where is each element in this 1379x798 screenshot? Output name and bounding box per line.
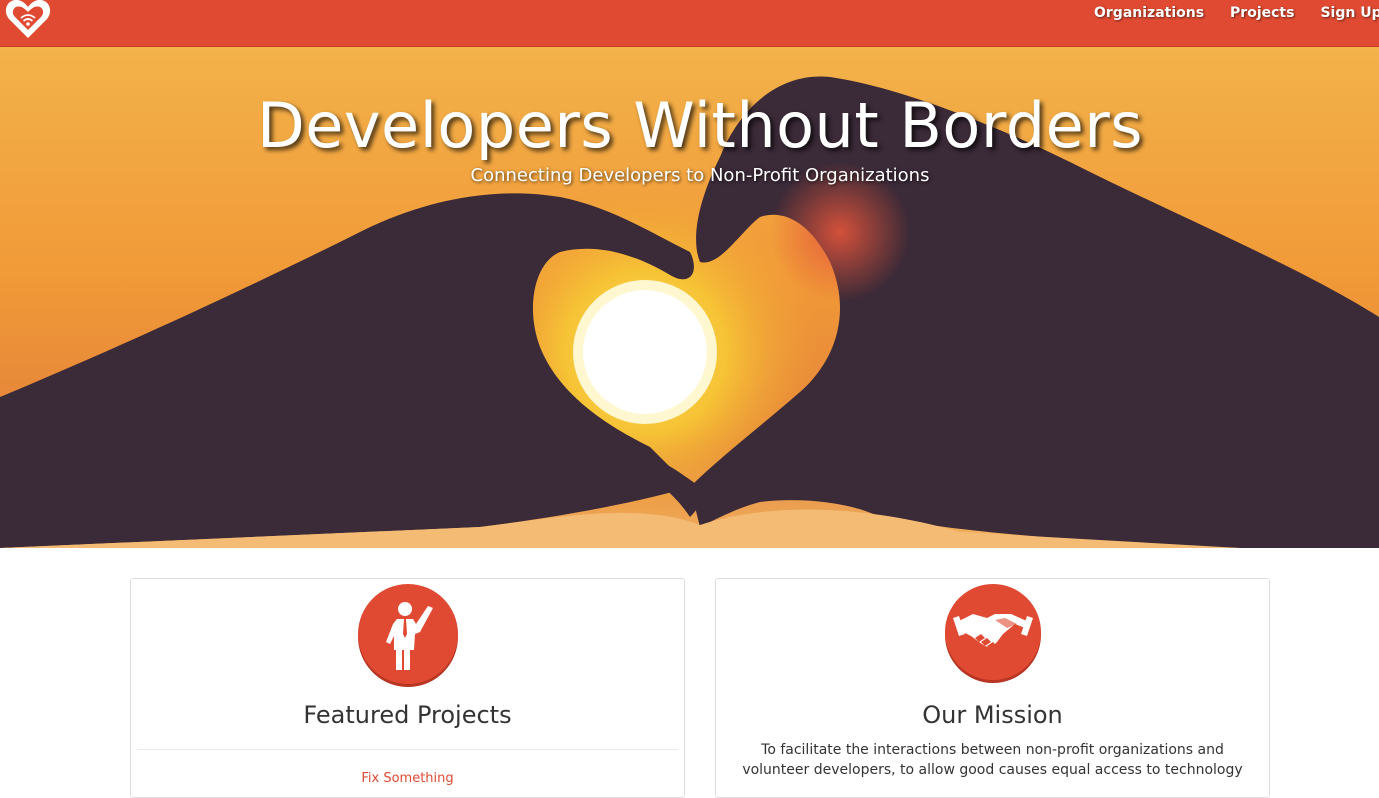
nav-organizations-link[interactable]: Organizations — [1094, 0, 1204, 26]
featured-projects-card: Featured Projects Fix Something — [130, 578, 685, 798]
card-divider — [137, 749, 678, 750]
featured-projects-title: Featured Projects — [303, 701, 512, 729]
hero-subtitle: Connecting Developers to Non-Profit Orga… — [470, 165, 930, 186]
handshake-icon — [944, 584, 1041, 680]
hero-banner: Developers Without Borders Connecting De… — [0, 47, 1379, 548]
featured-project-link[interactable]: Fix Something — [131, 771, 684, 786]
mission-statement: To facilitate the interactions between n… — [742, 742, 1243, 778]
heart-logo-icon[interactable] — [4, 0, 52, 40]
our-mission-title: Our Mission — [922, 701, 1063, 729]
our-mission-card: Our Mission To facilitate the interactio… — [715, 578, 1270, 798]
nav-links: Organizations Projects Sign Up Lo — [1094, 0, 1379, 26]
person-pointing-icon — [357, 584, 458, 684]
top-navbar: Organizations Projects Sign Up Lo — [0, 0, 1379, 47]
nav-projects-link[interactable]: Projects — [1230, 0, 1294, 26]
nav-signup-link[interactable]: Sign Up — [1320, 0, 1379, 26]
hero-title: Developers Without Borders — [256, 89, 1144, 162]
